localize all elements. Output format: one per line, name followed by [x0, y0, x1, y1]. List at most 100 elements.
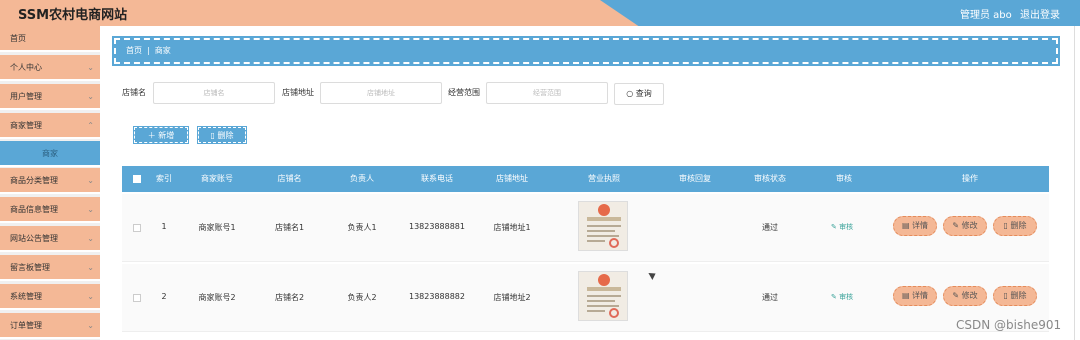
chevron-down-icon: ⌄ — [87, 263, 94, 272]
license-line — [587, 310, 605, 312]
app-title: SSM农村电商网站 — [18, 8, 128, 23]
detail-button[interactable]: ▤ 详情 — [893, 286, 937, 306]
table-row: 1 商家账号1 店铺名1 负责人1 13823888881 店铺地址1 通过 ✎… — [122, 194, 1049, 262]
query-button[interactable]: ○ 查询 — [614, 83, 664, 105]
trash-icon: ▯ — [210, 131, 215, 140]
col-header: 商家账号 — [201, 174, 233, 183]
sidebar-item-profile[interactable]: 个人中心 ⌄ — [0, 55, 100, 81]
sidebar-item-label: 留言板管理 — [10, 263, 50, 272]
license-line — [587, 225, 621, 227]
sidebar-item-label: 商品信息管理 — [10, 205, 58, 214]
top-bar: SSM农村电商网站 管理员 abo 退出登录 — [0, 0, 1080, 26]
breadcrumb-home[interactable]: 首页 — [126, 46, 142, 55]
sidebar-item-home[interactable]: 首页 — [0, 26, 100, 52]
search-icon: ○ — [626, 89, 634, 98]
license-line — [587, 240, 605, 242]
sidebar-item-system[interactable]: 系统管理 ⌄ — [0, 284, 100, 310]
row-delete-button[interactable]: ▯ 删除 — [993, 286, 1037, 306]
sidebar-item-label: 网站公告管理 — [10, 234, 58, 243]
sidebar: 首页 个人中心 ⌄ 用户管理 ⌄ 商家管理 ⌃ 商家 商品分类管理 ⌄ 商品信息管理 ⌄ … — [0, 26, 100, 340]
sidebar-item-users[interactable]: 用户管理 ⌄ — [0, 84, 100, 110]
col-header: 联系电话 — [421, 174, 453, 183]
col-header: 审核回复 — [679, 174, 711, 183]
detail-button[interactable]: ▤ 详情 — [893, 216, 937, 236]
delete-label: 删除 — [1010, 291, 1027, 300]
cell-index: 1 — [161, 222, 167, 231]
edit-label: 修改 — [961, 221, 978, 230]
scope-label: 经营范围 — [448, 88, 480, 97]
license-stamp — [609, 308, 619, 318]
sidebar-item-messages[interactable]: 留言板管理 ⌄ — [0, 255, 100, 281]
scope-input[interactable]: 经营范围 — [486, 82, 608, 104]
delete-label: 删除 — [1010, 221, 1027, 230]
breadcrumb-current: 商家 — [154, 46, 171, 55]
edit-button[interactable]: ✎ 修改 — [943, 216, 987, 236]
table-row: 2 商家账号2 店铺名2 负责人2 13823888882 店铺地址2 通过 ✎… — [122, 264, 1049, 332]
col-header: 营业执照 — [588, 174, 620, 183]
sidebar-item-label: 个人中心 — [10, 63, 42, 72]
audit-label: 审核 — [839, 223, 854, 231]
sidebar-item-product-info[interactable]: 商品信息管理 ⌄ — [0, 197, 100, 223]
main-content: 首页 | 商家 店铺名 店铺名 店铺地址 店铺地址 经营范围 经营范围 ○ 查询 ＋… — [100, 26, 1080, 340]
cell-phone: 13823888881 — [409, 222, 465, 231]
trash-icon: ▯ — [1003, 221, 1008, 230]
sidebar-item-label: 首页 — [10, 34, 26, 43]
admin-name: 管理员 abo — [960, 10, 1012, 21]
license-line — [587, 300, 615, 302]
sidebar-item-label: 商家管理 — [10, 121, 42, 130]
col-header: 操作 — [962, 174, 978, 183]
col-header: 审核状态 — [754, 174, 786, 183]
cell-index: 2 — [161, 292, 167, 301]
license-line — [587, 230, 615, 232]
cell-status: 通过 — [762, 293, 778, 302]
chevron-down-icon: ⌄ — [87, 321, 94, 330]
audit-link[interactable]: ✎ 审核 — [831, 222, 853, 232]
row-checkbox[interactable] — [133, 224, 141, 232]
license-image[interactable] — [578, 201, 628, 251]
address-label: 店铺地址 — [282, 88, 314, 97]
license-seal — [598, 204, 610, 216]
col-header: 负责人 — [350, 174, 374, 183]
cell-account: 商家账号2 — [198, 293, 236, 302]
sidebar-item-orders[interactable]: 订单管理 ⌄ — [0, 313, 100, 339]
doc-icon: ▤ — [901, 291, 910, 300]
sidebar-item-merchants[interactable]: 商家管理 ⌃ — [0, 113, 100, 139]
select-all-checkbox[interactable] — [133, 175, 141, 183]
row-delete-button[interactable]: ▯ 删除 — [993, 216, 1037, 236]
chevron-down-icon: ⌄ — [87, 234, 94, 243]
address-input[interactable]: 店铺地址 — [320, 82, 442, 104]
chevron-down-icon: ⌄ — [87, 63, 94, 72]
sidebar-item-product-category[interactable]: 商品分类管理 ⌄ — [0, 168, 100, 194]
sidebar-subitem-merchant[interactable]: 商家 — [0, 141, 100, 167]
audit-label: 审核 — [839, 293, 854, 301]
col-header: 店铺名 — [277, 174, 302, 183]
detail-label: 详情 — [912, 221, 929, 230]
cell-shop: 店铺名2 — [274, 293, 305, 302]
edit-label: 修改 — [961, 291, 978, 300]
pencil-icon: ✎ — [952, 291, 960, 300]
license-line — [587, 305, 619, 307]
chevron-down-icon: ⌄ — [87, 292, 94, 301]
logout-link[interactable]: 退出登录 — [1020, 6, 1060, 21]
row-checkbox[interactable] — [133, 294, 141, 302]
pencil-icon: ✎ — [831, 293, 837, 301]
license-stamp — [609, 238, 619, 248]
query-button-label: 查询 — [635, 89, 652, 98]
add-button[interactable]: ＋ 新增 — [133, 126, 189, 144]
license-image[interactable] — [578, 271, 628, 321]
scrollbar[interactable] — [1074, 26, 1075, 340]
license-seal — [598, 274, 610, 286]
audit-link[interactable]: ✎ 审核 — [831, 292, 853, 302]
edit-button[interactable]: ✎ 修改 — [943, 286, 987, 306]
sidebar-item-announcements[interactable]: 网站公告管理 ⌄ — [0, 226, 100, 252]
cell-status: 通过 — [762, 223, 778, 232]
license-line — [587, 235, 619, 237]
breadcrumb-separator: | — [147, 46, 150, 55]
shop-name-input[interactable]: 店铺名 — [153, 82, 275, 104]
table-header: 索引 商家账号 店铺名 负责人 联系电话 店铺地址 营业执照 审核回复 审核状态… — [122, 166, 1049, 192]
breadcrumb: 首页 | 商家 — [112, 36, 1060, 66]
col-header: 审核 — [836, 174, 852, 183]
cell-shop: 店铺名1 — [274, 223, 305, 232]
delete-button[interactable]: ▯ 删除 — [197, 126, 247, 144]
chevron-up-icon: ⌃ — [87, 121, 94, 130]
